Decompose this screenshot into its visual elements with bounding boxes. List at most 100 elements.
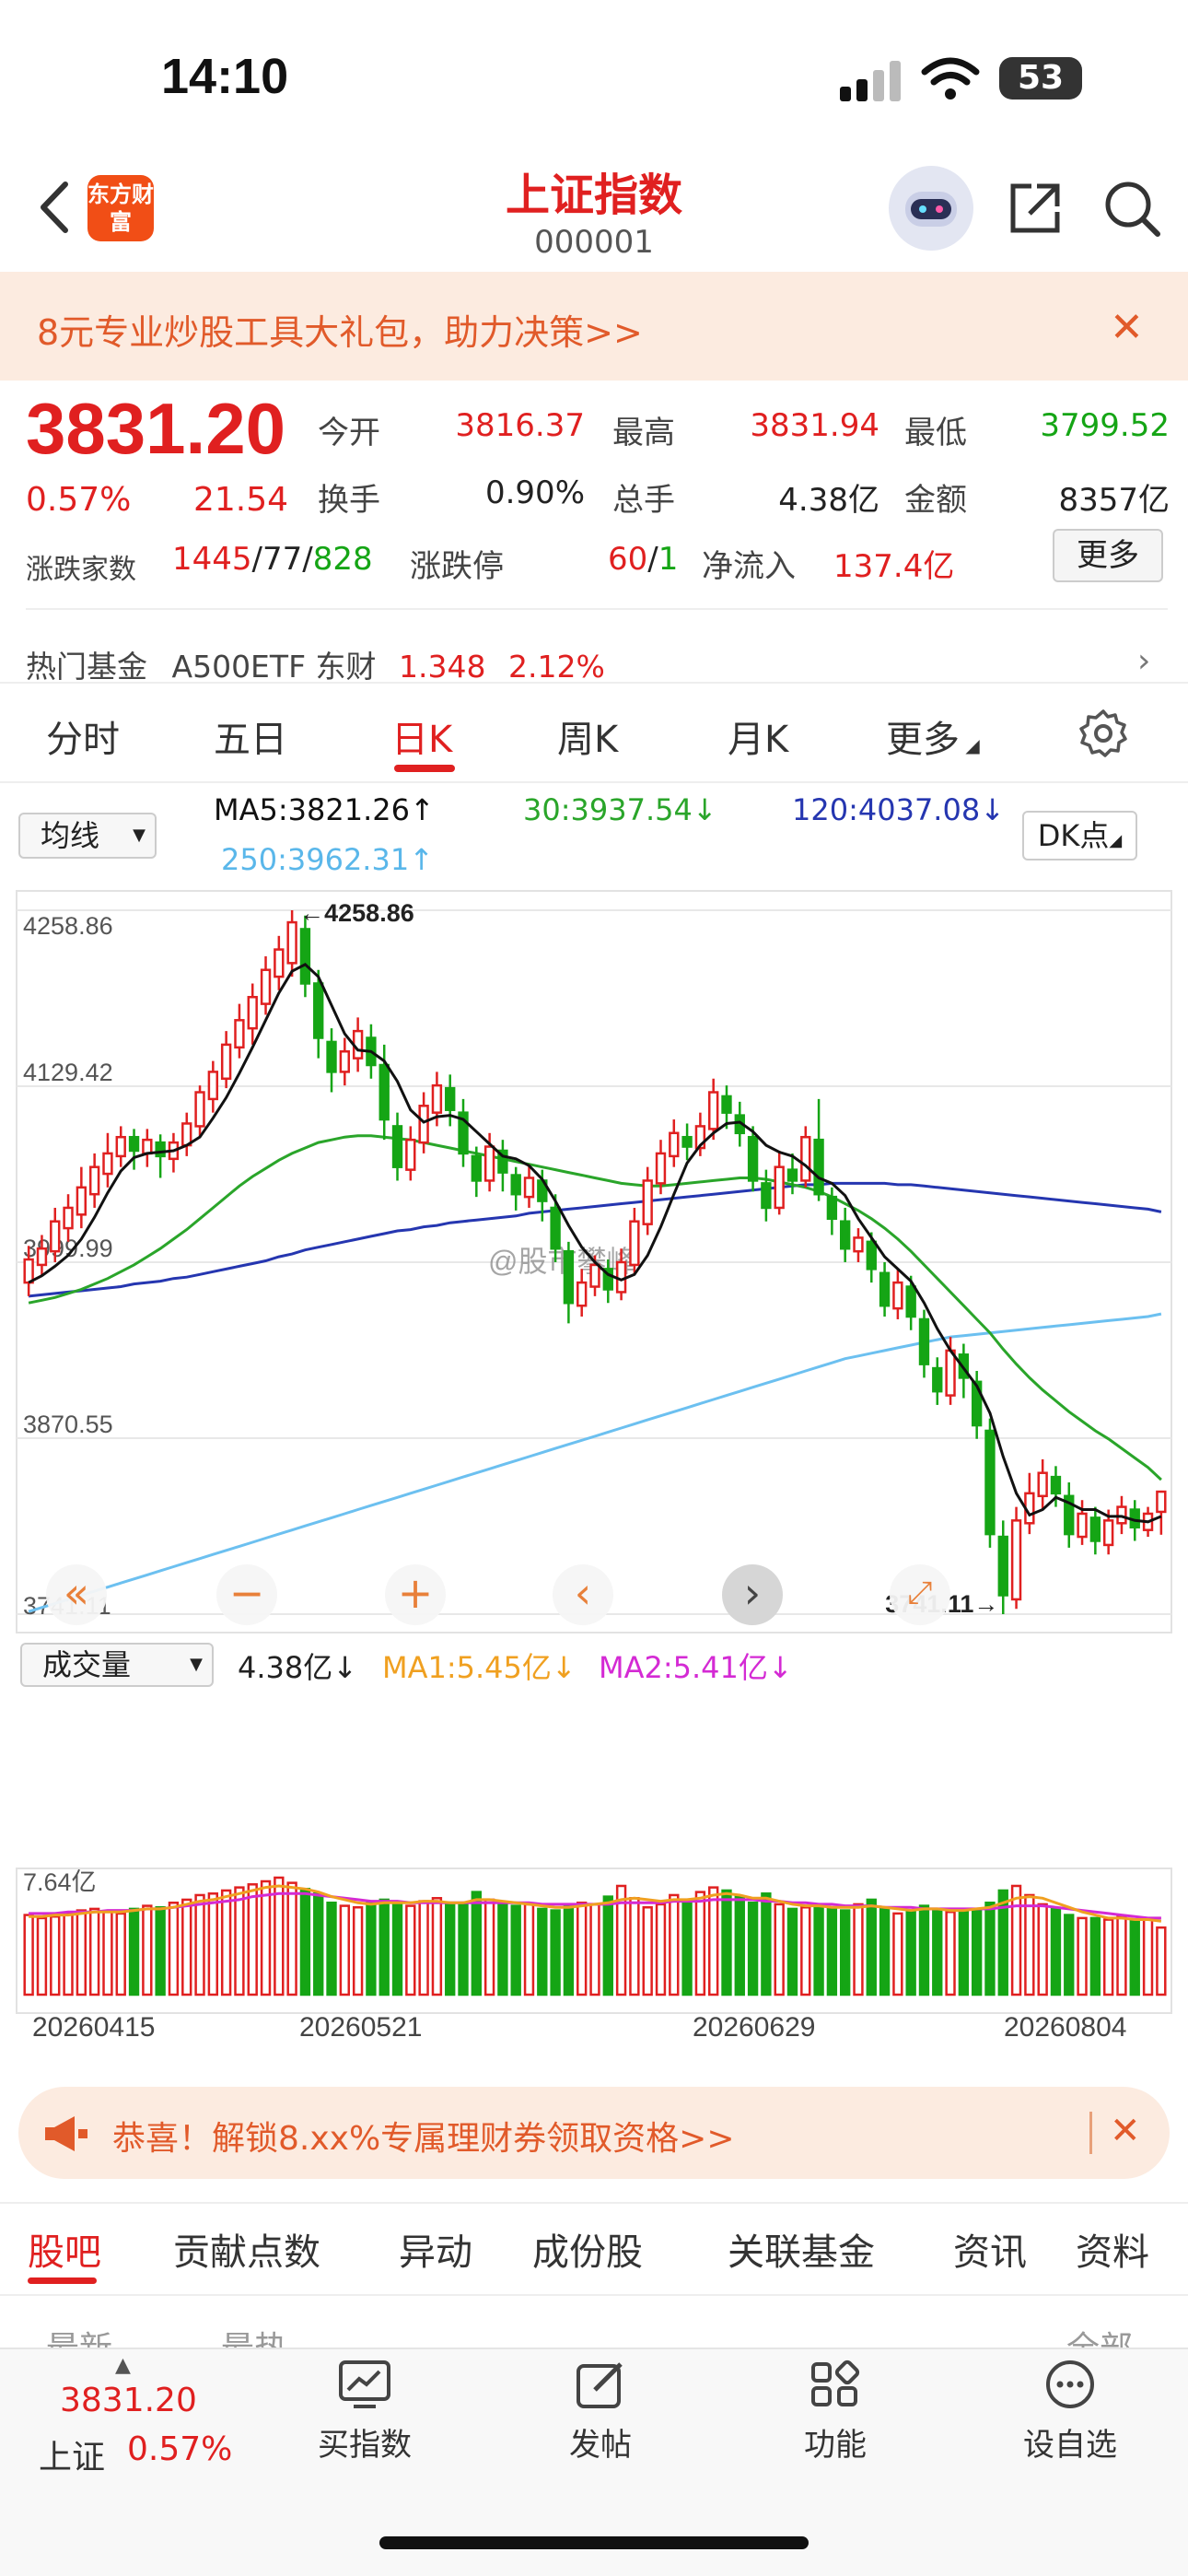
volume-bar xyxy=(1024,1893,1035,1996)
subtab-movement[interactable]: 异动 xyxy=(399,2222,472,2276)
gear-icon[interactable] xyxy=(1077,708,1129,759)
divider xyxy=(0,2294,1188,2296)
dk-point-button[interactable]: DK点◢ xyxy=(1022,811,1137,861)
volume-bar xyxy=(431,1897,443,1996)
candle-body xyxy=(1010,1519,1022,1601)
hot-fund-row[interactable]: 热门基金 A500ETF 东财 1.348 2.12% xyxy=(26,642,605,686)
candle-body xyxy=(76,1186,87,1216)
assistant-avatar[interactable] xyxy=(889,166,973,251)
volume-bar xyxy=(405,1904,416,1996)
subtab-underline xyxy=(28,2277,97,2284)
subtab-forum[interactable]: 股吧 xyxy=(28,2222,101,2276)
share-icon[interactable] xyxy=(1004,177,1066,240)
kline-chart[interactable]: 4258.864129.423999.993870.553741.11@股市攀峰… xyxy=(0,884,1188,2082)
candle-body xyxy=(418,1105,429,1144)
candle-body xyxy=(918,1317,930,1365)
volume-bar xyxy=(510,1904,521,1996)
add-watchlist-button[interactable]: 设自选 xyxy=(996,2359,1144,2465)
ma30-label: 30:3937.54↓ xyxy=(523,792,717,827)
close-icon[interactable]: ✕ xyxy=(1110,304,1144,351)
volume-bar xyxy=(471,1891,482,1996)
ma5-label: MA5:3821.26↑ xyxy=(214,792,435,827)
expand-icon[interactable]: ⤢ xyxy=(890,1564,950,1625)
volume-bar xyxy=(313,1892,324,1996)
candle-body xyxy=(339,1050,351,1073)
volume-bar xyxy=(550,1909,561,1996)
volume-bar xyxy=(155,1905,166,1996)
volume-bar xyxy=(866,1898,877,1996)
candle-body xyxy=(879,1271,891,1307)
bottom-name[interactable]: 上证 xyxy=(39,2430,105,2478)
volume-current: 4.38亿↓ xyxy=(238,1650,358,1685)
candle-body xyxy=(102,1152,113,1176)
candle-body xyxy=(445,1086,456,1111)
zoom-out-icon[interactable]: − xyxy=(216,1564,277,1625)
volume-bar xyxy=(905,1909,916,1996)
bottom-pct[interactable]: 0.57% xyxy=(127,2430,232,2468)
volume-bar xyxy=(1156,1926,1167,1996)
zoom-in-icon[interactable]: + xyxy=(385,1564,446,1625)
promo-text[interactable]: 8元专业炒股工具大礼包，助力决策>> xyxy=(37,304,643,355)
search-icon[interactable] xyxy=(1101,177,1163,240)
ma-select[interactable]: 均线 ▼ xyxy=(18,813,157,859)
tab-daily-k[interactable]: 日K xyxy=(391,709,452,763)
subtab-contribution[interactable]: 贡献点数 xyxy=(173,2222,320,2276)
chart-icon xyxy=(339,2360,390,2408)
volume-bar xyxy=(602,1895,613,1996)
low-label: 最低 xyxy=(904,415,967,451)
chevron-right-icon[interactable]: › xyxy=(1137,642,1150,680)
volume-bar xyxy=(774,1903,785,1996)
volume-bar xyxy=(50,1914,61,1996)
x-tick-label: 20260629 xyxy=(693,2012,815,2043)
volume-select[interactable]: 成交量 ▼ xyxy=(20,1643,214,1687)
candle-body xyxy=(220,1043,232,1081)
volume-bar xyxy=(537,1907,548,1996)
tab-more[interactable]: 更多 ◢ xyxy=(886,709,980,763)
volume-bar xyxy=(589,1903,600,1996)
subtab-constituents[interactable]: 成份股 xyxy=(532,2222,643,2276)
tab-weekly-k[interactable]: 周K xyxy=(557,709,618,763)
candle-body xyxy=(681,1135,693,1148)
candle-body xyxy=(286,920,297,965)
scroll-right-icon[interactable]: › xyxy=(722,1564,783,1625)
volume-bar xyxy=(892,1912,903,1996)
subtab-news[interactable]: 资讯 xyxy=(953,2222,1027,2276)
ma250-label: 250:3962.31↑ xyxy=(221,842,434,877)
candle-body xyxy=(88,1165,100,1196)
close-icon[interactable]: ✕ xyxy=(1110,2110,1141,2152)
more-button[interactable]: 更多 xyxy=(1053,529,1163,582)
candle-body xyxy=(932,1366,943,1393)
scroll-left-icon[interactable]: ‹ xyxy=(553,1564,613,1625)
turnover-label: 换手 xyxy=(318,482,380,519)
status-time: 14:10 xyxy=(161,49,289,104)
volume-bar xyxy=(418,1900,429,1996)
post-button[interactable]: 发帖 xyxy=(527,2359,674,2465)
home-indicator xyxy=(379,2536,809,2549)
volume-bar xyxy=(352,1905,364,1996)
flat-count: 77 xyxy=(262,541,303,578)
tab-monthly-k[interactable]: 月K xyxy=(728,709,788,763)
volume-bar xyxy=(853,1903,864,1996)
candle-body xyxy=(800,1135,811,1182)
volume-bar xyxy=(1050,1907,1062,1996)
volume-bar xyxy=(63,1912,74,1996)
tab-five-day[interactable]: 五日 xyxy=(214,709,287,763)
candle-body xyxy=(194,1091,205,1128)
functions-button[interactable]: 功能 xyxy=(762,2359,909,2465)
candle-body xyxy=(813,1138,824,1196)
volume-bar xyxy=(721,1889,732,1996)
buy-index-button[interactable]: 买指数 xyxy=(291,2359,438,2465)
bottom-price[interactable]: 3831.20 xyxy=(60,2382,197,2419)
low-value: 3799.52 xyxy=(1040,407,1170,444)
wealth-promo-text[interactable]: 恭喜！解锁8.xx%专属理财券领取资格>> xyxy=(112,2112,735,2160)
volume-label: 总手 xyxy=(612,482,675,519)
tab-intraday[interactable]: 分时 xyxy=(46,709,120,763)
subtab-related-funds[interactable]: 关联基金 xyxy=(728,2222,875,2276)
candle-body xyxy=(260,968,272,1005)
scroll-left-fast-icon[interactable]: « xyxy=(46,1564,107,1625)
candle-body xyxy=(23,1258,34,1284)
edit-icon xyxy=(577,2362,623,2408)
candle-body xyxy=(379,1063,390,1121)
turnover-value: 0.90% xyxy=(484,474,585,511)
subtab-profile[interactable]: 资料 xyxy=(1076,2222,1149,2276)
